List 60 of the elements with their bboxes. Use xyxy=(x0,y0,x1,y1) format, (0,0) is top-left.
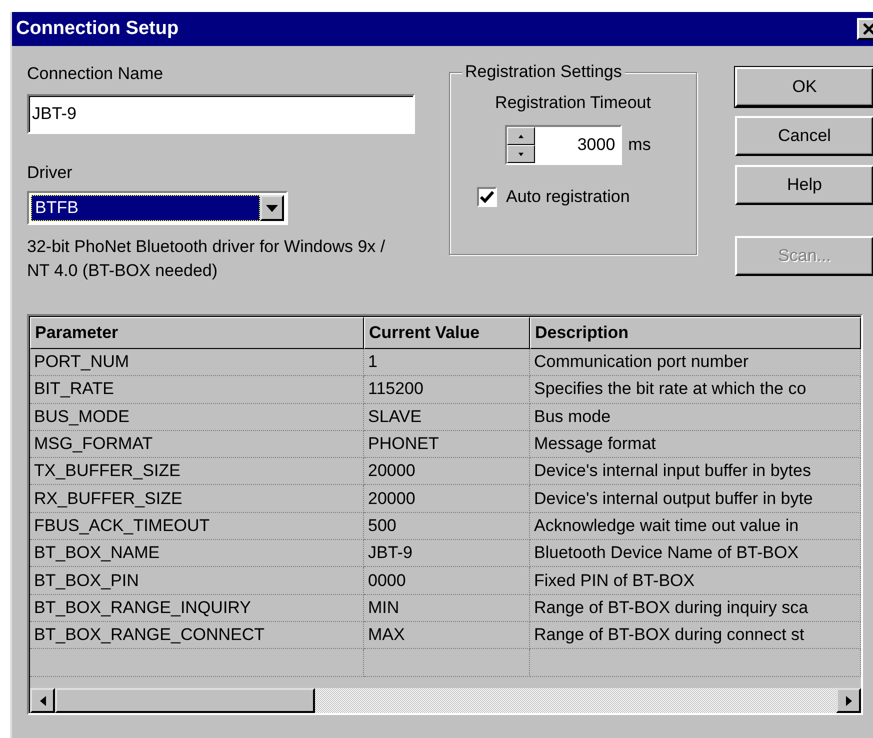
table-cell: Device's internal output buffer in byte xyxy=(530,485,861,513)
table-cell: Communication port number xyxy=(530,349,861,376)
window-title: Connection Setup xyxy=(16,18,179,40)
connection-name-field[interactable]: JBT-9 xyxy=(27,94,415,134)
driver-description: 32-bit PhoNet Bluetooth driver for Windows 9x / NT 4.0 (BT-BOX needed) xyxy=(27,236,386,282)
table-cell: TX_BUFFER_SIZE xyxy=(30,458,364,486)
table-cell: Device's internal input buffer in bytes xyxy=(530,458,861,486)
table-cell: PORT_NUM xyxy=(30,349,364,376)
checkbox[interactable] xyxy=(477,187,497,207)
column-header[interactable]: Current Value xyxy=(364,317,530,349)
field-label: Connection Name xyxy=(27,64,164,84)
table-cell: Bus mode xyxy=(530,404,861,431)
caret-icon xyxy=(266,204,278,212)
table-cell: MAX xyxy=(364,622,530,650)
table-cell: 20000 xyxy=(364,485,530,513)
checkmark-icon xyxy=(480,191,494,203)
dialog-button[interactable]: Cancel xyxy=(735,116,873,156)
table-cell: 115200 xyxy=(364,376,530,404)
dialog-button[interactable]: Help xyxy=(735,165,873,205)
table-cell: Range of BT-BOX during connect st xyxy=(530,622,861,650)
table-cell: 0000 xyxy=(364,567,530,595)
table-cell: Message format xyxy=(530,430,861,458)
table-cell: JBT-9 xyxy=(364,540,530,568)
driver-dropdown[interactable]: BTFB xyxy=(27,191,288,225)
table-cell: Range of BT-BOX during inquiry sca xyxy=(530,594,861,622)
left-arrow-icon xyxy=(40,696,46,706)
timeout-spin-field[interactable]: 3000 xyxy=(505,125,622,165)
table-cell: Bluetooth Device Name of BT-BOX xyxy=(530,540,861,568)
table-cell: RX_BUFFER_SIZE xyxy=(30,485,364,513)
column-header[interactable]: Description xyxy=(530,317,861,349)
table-cell: BT_BOX_RANGE_CONNECT xyxy=(30,622,364,650)
scroll-left-button[interactable] xyxy=(30,688,55,713)
group-title: Registration Settings xyxy=(462,62,625,82)
table-cell: MSG_FORMAT xyxy=(30,430,364,458)
table-cell: 20000 xyxy=(364,458,530,486)
table-cell: FBUS_ACK_TIMEOUT xyxy=(30,512,364,540)
close-icon xyxy=(862,23,873,35)
table-cell: BIT_RATE xyxy=(30,376,364,404)
table-cell: BT_BOX_PIN xyxy=(30,567,364,595)
table-cell: BT_BOX_NAME xyxy=(30,540,364,568)
table-cell: Acknowledge wait time out value in xyxy=(530,512,861,540)
timeout-label: Registration Timeout xyxy=(495,93,651,113)
table-cell: BT_BOX_RANGE_INQUIRY xyxy=(30,594,364,622)
horizontal-scrollbar[interactable] xyxy=(30,688,861,713)
checkbox-label: Auto registration xyxy=(506,187,630,207)
scroll-thumb[interactable] xyxy=(55,688,315,713)
table-cell: PHONET xyxy=(364,430,530,458)
field-label: Driver xyxy=(27,163,74,183)
table-cell: BUS_MODE xyxy=(30,404,364,431)
unit-label: ms xyxy=(628,135,651,155)
table-cell: 500 xyxy=(364,512,530,540)
table-cell: Fixed PIN of BT-BOX xyxy=(530,567,861,595)
table-cell: SLAVE xyxy=(364,404,530,431)
table-cell: Specifies the bit rate at which the co xyxy=(530,376,861,404)
dialog-button[interactable]: OK xyxy=(735,67,873,107)
table-cell: MIN xyxy=(364,594,530,622)
right-arrow-icon xyxy=(846,696,852,706)
column-header[interactable]: Parameter xyxy=(30,317,364,349)
table-cell: 1 xyxy=(364,349,530,376)
scroll-right-button[interactable] xyxy=(836,688,861,713)
